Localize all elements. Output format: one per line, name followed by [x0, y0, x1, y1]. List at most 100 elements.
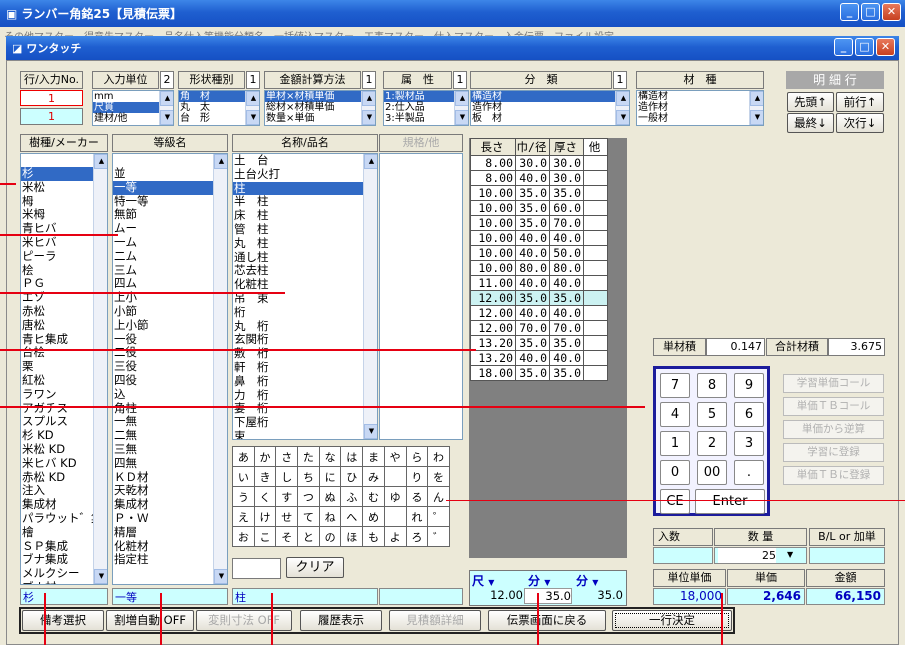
kana-key[interactable]: お	[232, 526, 255, 547]
size-cell[interactable]	[583, 305, 608, 321]
size-cell[interactable]	[583, 155, 608, 171]
list-item[interactable]: 構造材	[471, 91, 629, 102]
scrollbar[interactable]	[93, 154, 107, 584]
size-cell[interactable]	[583, 170, 608, 186]
unit-2[interactable]: 分	[528, 574, 540, 588]
size-cell[interactable]	[583, 290, 608, 306]
key-6[interactable]: 6	[734, 402, 764, 427]
kana-key[interactable]: し	[275, 466, 299, 487]
shape-list[interactable]: 角 材 丸 太 台 形	[178, 90, 260, 126]
list-item[interactable]: 土 台	[233, 154, 377, 168]
list-item[interactable]: 桁	[233, 305, 377, 320]
size-cell[interactable]: 40.0	[515, 305, 550, 321]
key-7[interactable]: 7	[660, 373, 690, 398]
kana-key[interactable]: さ	[275, 446, 299, 467]
thick-value[interactable]: 35.0	[573, 588, 623, 604]
size-cell[interactable]	[583, 200, 608, 216]
key-4[interactable]: 4	[660, 402, 690, 427]
list-item[interactable]: 丸 桁	[233, 319, 377, 334]
chevron-down-icon[interactable]: ▼	[544, 578, 550, 587]
size-cell[interactable]	[583, 230, 608, 246]
kana-key[interactable]: の	[318, 526, 342, 547]
kana-key[interactable]	[383, 466, 407, 487]
search-field[interactable]	[232, 558, 281, 579]
key-00[interactable]: 00	[697, 460, 727, 485]
kana-key[interactable]: は	[340, 446, 364, 467]
list-item[interactable]: 造作材	[637, 102, 763, 113]
scrollbar[interactable]	[361, 91, 375, 125]
kana-key[interactable]: み	[362, 466, 385, 487]
size-cell[interactable]: 35.0	[515, 365, 550, 381]
size-table[interactable]: 長さ 巾/径 厚さ他 8.00 30.0 30.0 8.00 40.0 30.0 10.00 35…	[470, 138, 608, 381]
kana-key[interactable]: わ	[427, 446, 450, 467]
size-cell[interactable]: 35.0	[515, 215, 550, 231]
list-item[interactable]: 小節	[113, 304, 227, 319]
size-cell[interactable]: 30.0	[515, 155, 550, 171]
list-item[interactable]: 半 柱	[233, 195, 377, 209]
kana-key[interactable]: れ	[405, 506, 429, 527]
table-row[interactable]: 8.00 40.0 30.0	[470, 170, 608, 186]
kana-key[interactable]: ら	[405, 446, 429, 467]
kana-key[interactable]: す	[275, 486, 299, 507]
kana-key[interactable]: え	[232, 506, 255, 527]
kana-keyboard[interactable]: あかさたなはまやらわいきしちにひみりをうくすつぬふむゆるんえけせてねへめれ゜おこ…	[232, 446, 450, 547]
kana-key[interactable]: に	[318, 466, 342, 487]
size-cell[interactable]: 8.00	[470, 155, 516, 171]
size-cell[interactable]: 35.0	[515, 335, 550, 351]
maximize-icon[interactable]: □	[855, 38, 874, 56]
len-value[interactable]: 12.00	[471, 588, 523, 604]
size-cell[interactable]: 13.20	[470, 350, 516, 366]
list-item[interactable]: ＫＤ材	[113, 470, 227, 485]
kana-key[interactable]: そ	[275, 526, 299, 547]
size-cell[interactable]: 18.00	[470, 365, 516, 381]
size-cell[interactable]	[583, 215, 608, 231]
key-9[interactable]: 9	[734, 373, 764, 398]
kana-key[interactable]: も	[362, 526, 385, 547]
list-item[interactable]: 化粧材	[113, 539, 227, 554]
key-2[interactable]: 2	[697, 431, 727, 456]
size-cell[interactable]: 10.00	[470, 245, 516, 261]
table-row[interactable]: 13.20 40.0 40.0	[470, 350, 608, 366]
scrollbar[interactable]	[615, 91, 629, 125]
size-cell[interactable]: 40.0	[515, 275, 550, 291]
kana-key[interactable]: る	[405, 486, 429, 507]
size-cell[interactable]: 35.0	[549, 335, 584, 351]
table-row[interactable]: 10.00 35.0 35.0	[470, 185, 608, 201]
kana-key[interactable]: ま	[362, 446, 385, 467]
table-row[interactable]: 10.00 80.0 80.0	[470, 260, 608, 276]
enter-button[interactable]: Enter	[695, 489, 765, 514]
input-number[interactable]: 1	[20, 108, 83, 125]
list-item[interactable]: 並	[113, 166, 227, 181]
table-row[interactable]: 13.20 35.0 35.0	[470, 335, 608, 351]
kana-key[interactable]: け	[253, 506, 277, 527]
size-cell[interactable]: 70.0	[549, 320, 584, 336]
key-.[interactable]: .	[734, 460, 764, 485]
list-item[interactable]: 管 柱	[233, 222, 377, 237]
size-cell[interactable]: 10.00	[470, 230, 516, 246]
list-item[interactable]: 造作材	[471, 102, 629, 113]
size-cell[interactable]: 12.00	[470, 305, 516, 321]
kana-key[interactable]: い	[232, 466, 255, 487]
list-item[interactable]: 一役	[113, 332, 227, 347]
size-cell[interactable]	[583, 320, 608, 336]
kana-key[interactable]: む	[362, 486, 385, 507]
confirm-row-button[interactable]: 一行決定	[612, 610, 732, 631]
quantity-value[interactable]: 25	[718, 548, 776, 563]
list-item[interactable]: 化粧柱	[233, 277, 377, 292]
kana-key[interactable]: や	[383, 446, 407, 467]
list-item[interactable]: 下屋桁	[233, 415, 377, 430]
kana-key[interactable]: か	[253, 446, 277, 467]
surcharge-button[interactable]: 割増自動 OFF	[106, 610, 194, 631]
size-cell[interactable]: 40.0	[549, 230, 584, 246]
list-item[interactable]: 板 材	[471, 113, 629, 124]
list-item[interactable]: 通し柱	[233, 250, 377, 265]
species-list[interactable]: 杉米松栂米栂青ヒバ米ヒバピーラ桧ＰＧエゾ赤松唐松青ヒ集成台桧栗紅松ラワンアガチス…	[20, 153, 108, 585]
size-cell[interactable]	[583, 275, 608, 291]
last-row-button[interactable]: 最終↓	[787, 113, 834, 133]
kana-key[interactable]: へ	[340, 506, 364, 527]
size-cell[interactable]: 40.0	[549, 275, 584, 291]
size-cell[interactable]: 10.00	[470, 200, 516, 216]
table-row[interactable]: 10.00 40.0 40.0	[470, 230, 608, 246]
list-item[interactable]: 角柱	[113, 401, 227, 416]
list-item[interactable]: 総材×材積単価	[265, 102, 375, 113]
